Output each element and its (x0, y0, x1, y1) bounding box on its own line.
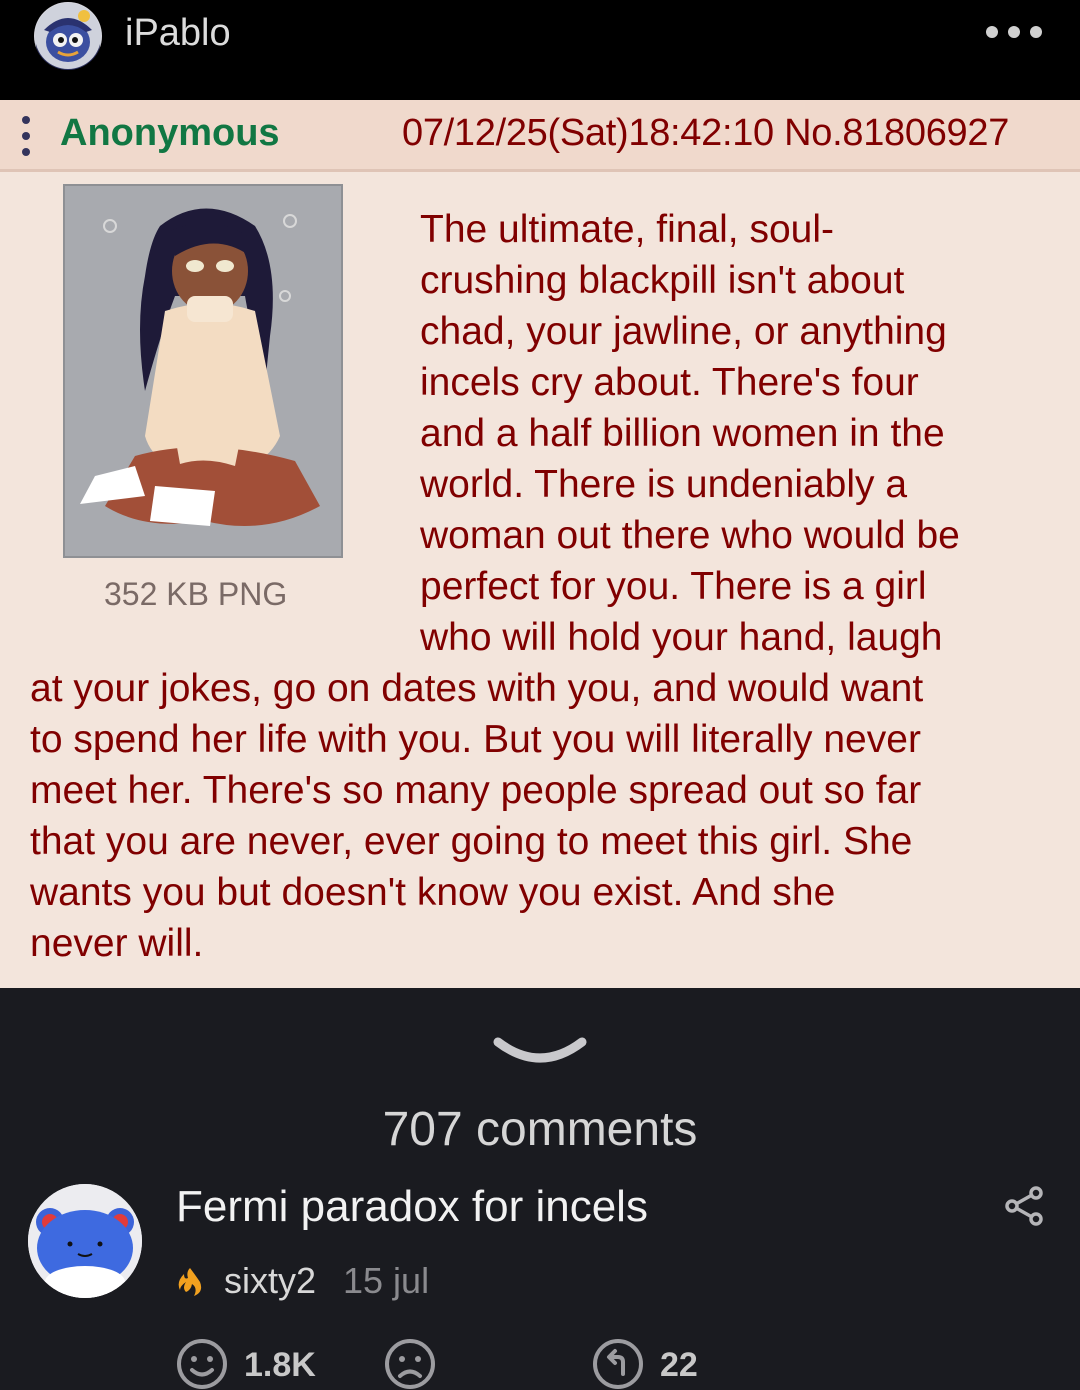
reply-icon[interactable] (592, 1338, 644, 1390)
smile-icon[interactable] (176, 1338, 228, 1390)
post-line: and a half billion women in the (420, 412, 945, 455)
post-line: The ultimate, final, soul- (420, 208, 835, 251)
top-bar: iPablo (0, 0, 1080, 100)
chevron-down-icon[interactable] (492, 1034, 588, 1070)
username[interactable]: iPablo (125, 12, 231, 55)
post-line: who will hold your hand, laugh (420, 616, 943, 659)
comments-count[interactable]: 707 comments (0, 1102, 1080, 1157)
post-line: meet her. There's so many people spread … (30, 769, 922, 812)
post-line: woman out there who would be (420, 514, 960, 557)
post-line: crushing blackpill isn't about (420, 259, 905, 302)
share-icon[interactable] (1004, 1186, 1044, 1226)
post-line: perfect for you. There is a girl (420, 565, 927, 608)
user-avatar[interactable] (34, 2, 102, 70)
post-line: incels cry about. There's four (420, 361, 919, 404)
post-line: that you are never, ever going to meet t… (30, 820, 913, 863)
post-date: 15 jul (343, 1260, 430, 1301)
author-avatar[interactable] (28, 1184, 142, 1298)
post-screenshot: Anonymous 07/12/25(Sat)18:42:10 No.81806… (0, 100, 1080, 988)
like-count: 1.8K (244, 1346, 316, 1384)
author-name[interactable]: sixty2 (224, 1260, 316, 1302)
post-line: at your jokes, go on dates with you, and… (30, 667, 924, 710)
post-line: never will. (30, 922, 204, 965)
post-title[interactable]: Fermi paradox for incels (176, 1182, 648, 1232)
post-body: The ultimate, final, soul- crushing blac… (0, 100, 1080, 988)
fire-icon (178, 1268, 202, 1296)
post-line: world. There is undeniably a (420, 463, 908, 506)
reply-count: 22 (660, 1346, 698, 1384)
post-line: to spend her life with you. But you will… (30, 718, 921, 761)
frown-icon[interactable] (384, 1338, 436, 1390)
more-dots-icon[interactable] (984, 20, 1044, 44)
post-line: wants you but doesn't know you exist. An… (30, 871, 836, 914)
post-line: chad, your jawline, or anything (420, 310, 947, 353)
